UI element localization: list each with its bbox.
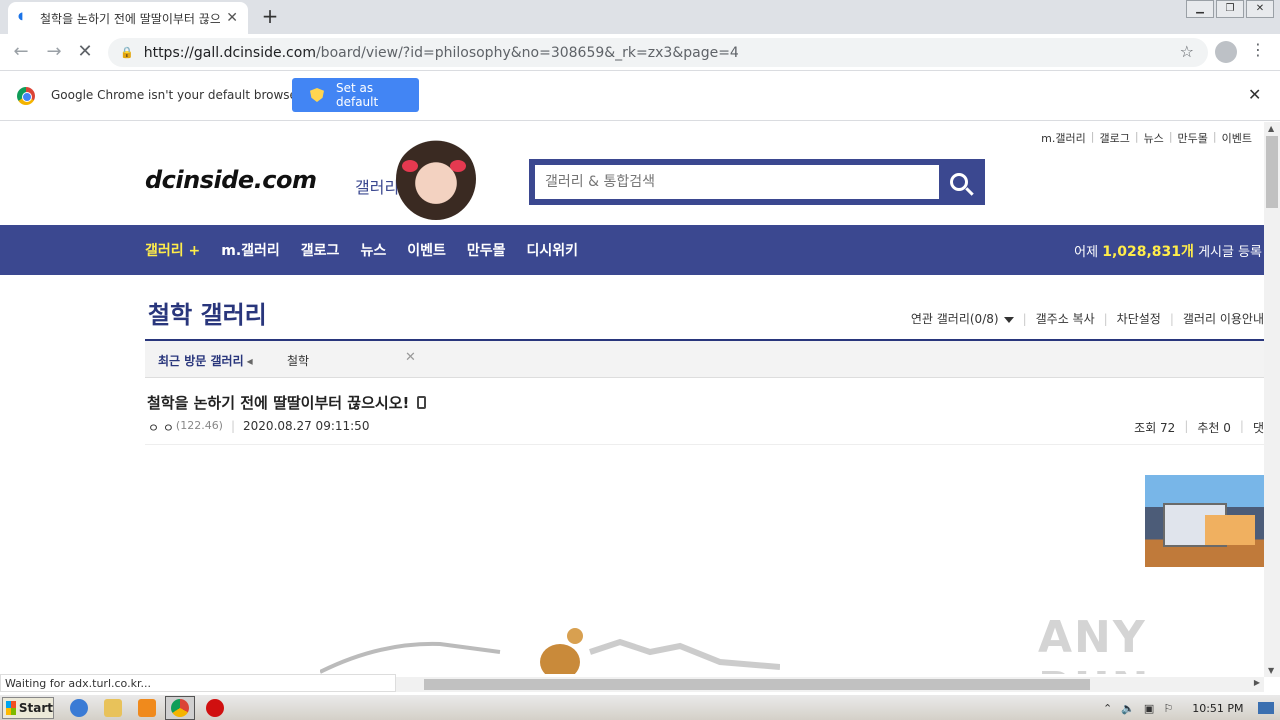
mascot-avatar bbox=[396, 138, 476, 220]
set-default-button[interactable]: Set as default bbox=[292, 78, 419, 112]
nav-mgallery[interactable]: m.갤러리 bbox=[221, 240, 280, 260]
loading-icon: ◖ bbox=[18, 11, 24, 22]
remove-recent-icon[interactable]: ✕ bbox=[405, 350, 416, 365]
url-text: https://gall.dcinside.com/board/view/?id… bbox=[143, 44, 739, 61]
dropdown-arrow-icon bbox=[1003, 317, 1014, 323]
clock[interactable]: 10:51 PM bbox=[1192, 702, 1243, 715]
volume-icon[interactable]: 🔈 bbox=[1121, 702, 1135, 715]
start-button[interactable]: Start bbox=[2, 697, 54, 719]
media-player-icon[interactable] bbox=[138, 699, 156, 717]
related-gallery-dropdown[interactable]: 연관 갤러리(0/8) bbox=[911, 310, 1014, 327]
nav-news[interactable]: 뉴스 bbox=[360, 240, 386, 260]
tab-strip: ◖ 철학을 논하기 전에 딸딸이부터 끊으 ✕ + ▁ ❐ ✕ bbox=[0, 0, 1280, 34]
view-count: 조회 72 bbox=[1134, 421, 1176, 435]
block-settings-link[interactable]: 차단설정 bbox=[1117, 310, 1161, 327]
scroll-up-icon: ▲ bbox=[1268, 124, 1275, 133]
top-link-mall[interactable]: 만두몰 bbox=[1178, 130, 1208, 146]
scroll-thumb[interactable] bbox=[1266, 136, 1278, 208]
close-window-icon[interactable]: ✕ bbox=[1246, 0, 1274, 18]
nav-event[interactable]: 이벤트 bbox=[407, 240, 446, 260]
infobar-close-icon[interactable]: ✕ bbox=[1248, 85, 1261, 104]
shield-icon bbox=[310, 88, 324, 102]
minimize-icon[interactable]: ▁ bbox=[1186, 0, 1214, 18]
watermark: ANY RUN bbox=[1038, 612, 1148, 674]
gallery-guide-link[interactable]: 갤러리 이용안내 bbox=[1183, 310, 1264, 327]
scroll-down-icon: ▼ bbox=[1268, 666, 1275, 675]
stop-loading-icon[interactable]: ✕ bbox=[73, 40, 97, 64]
browser-tab[interactable]: ◖ 철학을 논하기 전에 딸딸이부터 끊으 ✕ bbox=[8, 2, 248, 34]
post-ip: (122.46) bbox=[175, 419, 223, 432]
comment-count: 댓 bbox=[1252, 421, 1264, 435]
network-icon[interactable]: ▣ bbox=[1144, 702, 1154, 715]
post-title: 철학을 논하기 전에 딸딸이부터 끊으시오! bbox=[147, 392, 427, 413]
close-tab-icon[interactable]: ✕ bbox=[226, 10, 238, 26]
recommend-count: 추천 0 bbox=[1197, 421, 1231, 435]
logo-subtitle[interactable]: 갤러리 bbox=[355, 174, 399, 198]
tray-expand-icon[interactable]: ⌃ bbox=[1103, 702, 1112, 715]
top-link-event[interactable]: 이벤트 bbox=[1222, 130, 1252, 146]
post-image bbox=[320, 628, 780, 674]
nav-wiki[interactable]: 디시위키 bbox=[526, 240, 578, 260]
bookmark-star-icon[interactable]: ☆ bbox=[1180, 42, 1194, 61]
post-stat: 어제 1,028,831개 게시글 등록 bbox=[1074, 244, 1262, 260]
nav-gallog[interactable]: 갤로그 bbox=[301, 240, 340, 260]
forward-icon[interactable]: → bbox=[42, 40, 66, 64]
system-tray: ⌃ 🔈 ▣ ⚐ 10:51 PM bbox=[1103, 697, 1278, 719]
vertical-scrollbar[interactable]: ▲ ▼ bbox=[1264, 122, 1280, 677]
gallery-title[interactable]: 철학 갤러리 bbox=[148, 295, 267, 330]
new-tab-icon[interactable]: + bbox=[258, 5, 282, 29]
bow-left-icon bbox=[402, 160, 418, 172]
recent-label[interactable]: 최근 방문 갤러리 bbox=[158, 352, 253, 369]
taskbar: Start ⌃ 🔈 ▣ ⚐ 10:51 PM bbox=[0, 694, 1280, 720]
restore-icon[interactable]: ❐ bbox=[1216, 0, 1244, 18]
default-browser-infobar: Google Chrome isn't your default browser… bbox=[0, 71, 1280, 121]
post-author[interactable]: ㅇ ㅇ bbox=[148, 419, 174, 436]
flag-icon[interactable]: ⚐ bbox=[1163, 702, 1173, 715]
lock-icon: 🔒 bbox=[120, 46, 134, 59]
browser-toolbar: ← → ✕ 🔒 https://gall.dcinside.com/board/… bbox=[0, 34, 1280, 71]
ad-banner-image[interactable] bbox=[1145, 475, 1264, 567]
show-desktop-icon[interactable] bbox=[1257, 702, 1274, 714]
infobar-text: Google Chrome isn't your default browser bbox=[51, 88, 302, 102]
chrome-logo-icon bbox=[17, 87, 35, 105]
search-icon bbox=[950, 173, 968, 191]
copy-address-link[interactable]: 갤주소 복사 bbox=[1036, 310, 1095, 327]
tab-title: 철학을 논하기 전에 딸딸이부터 끊으 bbox=[40, 11, 221, 26]
search-input[interactable] bbox=[535, 165, 939, 199]
divider bbox=[145, 444, 1264, 445]
main-nav: 갤러리 + m.갤러리 갤로그 뉴스 이벤트 만두몰 디시위키 어제 1,028… bbox=[0, 225, 1264, 275]
address-bar[interactable]: 🔒 https://gall.dcinside.com/board/view/?… bbox=[108, 38, 1208, 67]
hscroll-thumb[interactable] bbox=[424, 679, 1090, 690]
back-icon[interactable]: ← bbox=[9, 40, 33, 64]
folder-icon[interactable] bbox=[104, 699, 122, 717]
mobile-icon bbox=[417, 396, 427, 409]
profile-icon[interactable] bbox=[1215, 41, 1237, 63]
ie-icon[interactable] bbox=[70, 699, 88, 717]
gallery-tools: 연관 갤러리(0/8) | 갤주소 복사 | 차단설정 | 갤러리 이용안내 bbox=[910, 310, 1264, 327]
post-count: 1,028,831개 bbox=[1102, 244, 1194, 260]
post-date: 2020.08.27 09:11:50 bbox=[243, 419, 370, 433]
top-link-news[interactable]: 뉴스 bbox=[1144, 130, 1164, 146]
web-page: m.갤러리 | 갤로그 | 뉴스 | 만두몰 | 이벤트 dcinside.com 갤러… bbox=[0, 122, 1264, 674]
recent-galleries-bar: 최근 방문 갤러리 철학 ✕ bbox=[145, 341, 1264, 378]
chrome-icon bbox=[171, 699, 189, 717]
post-counts: 조회 72 | 추천 0 | 댓 bbox=[1134, 419, 1264, 435]
site-logo[interactable]: dcinside.com bbox=[145, 166, 317, 194]
bow-right-icon bbox=[450, 160, 466, 172]
recent-gallery-item[interactable]: 철학 bbox=[287, 352, 309, 369]
menu-dots-icon[interactable]: ⋮ bbox=[1250, 40, 1266, 59]
status-bubble: Waiting for adx.turl.co.kr... bbox=[0, 674, 396, 692]
nav-gallery[interactable]: 갤러리 + bbox=[145, 240, 200, 260]
windows-logo-icon bbox=[6, 701, 16, 715]
nav-mall[interactable]: 만두몰 bbox=[467, 240, 506, 260]
post-meta: ㅇ ㅇ (122.46) | 2020.08.27 09:11:50 bbox=[148, 419, 370, 436]
top-link-mgallery[interactable]: m.갤러리 bbox=[1041, 130, 1086, 146]
window-controls: ▁ ❐ ✕ bbox=[1184, 0, 1274, 18]
scroll-right-icon: ▶ bbox=[1253, 678, 1260, 687]
search-button[interactable] bbox=[939, 165, 979, 199]
top-link-gallog[interactable]: 갤로그 bbox=[1099, 130, 1129, 146]
search-box bbox=[529, 159, 985, 205]
top-links: m.갤러리 | 갤로그 | 뉴스 | 만두몰 | 이벤트 bbox=[1041, 130, 1252, 146]
security-alert-icon[interactable] bbox=[206, 699, 224, 717]
